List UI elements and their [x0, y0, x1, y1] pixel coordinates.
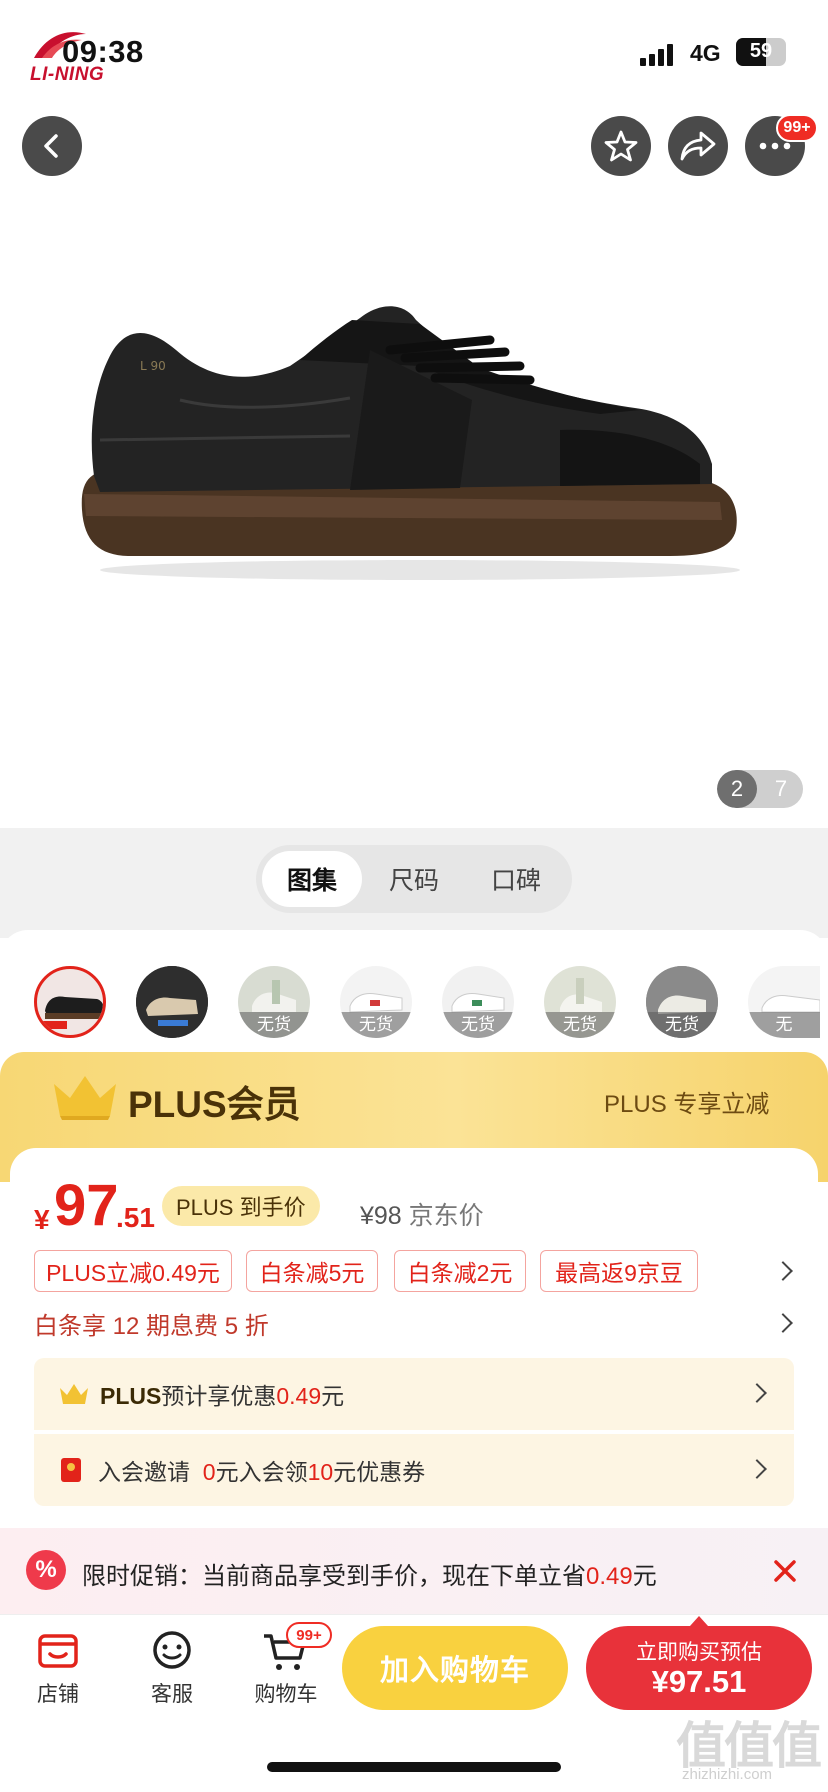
status-time: 09:38	[62, 34, 144, 69]
out-of-stock-label: 无货	[340, 1012, 412, 1038]
tab-reviews[interactable]: 口碑	[466, 851, 566, 907]
product-image[interactable]: L 90	[60, 280, 760, 600]
out-of-stock-label: 无货	[544, 1012, 616, 1038]
network-type: 4G	[690, 40, 721, 66]
shop-label: 店铺	[37, 1683, 79, 1706]
plus-banner-title: PLUS会员	[128, 1084, 301, 1125]
red-packet-icon	[61, 1458, 81, 1482]
color-variant[interactable]	[34, 966, 106, 1038]
color-variant[interactable]: 无货	[544, 966, 616, 1038]
cellular-signal-icon	[640, 42, 680, 66]
promo-tag[interactable]: PLUS立减0.49元	[34, 1250, 232, 1292]
jd-price-value: ¥98	[360, 1202, 402, 1230]
gallery-tabs: 图集 尺码 口碑	[256, 845, 572, 913]
chevron-right-icon	[747, 1459, 767, 1479]
promo-tag[interactable]: 最高返9京豆	[540, 1250, 698, 1292]
color-variant[interactable]	[136, 966, 208, 1038]
buy-pointer	[690, 1616, 708, 1626]
jd-price: ¥98 京东价	[360, 1196, 484, 1232]
discount-icon: %	[26, 1550, 66, 1590]
promo-tag[interactable]: 白条减5元	[246, 1250, 378, 1292]
promo-tag[interactable]: 白条减2元	[394, 1250, 526, 1292]
out-of-stock-label: 无	[748, 1012, 820, 1038]
color-variant[interactable]: 无货	[646, 966, 718, 1038]
crown-icon	[54, 1076, 116, 1120]
buy-now-button[interactable]: 立即购买预估 ¥97.51	[586, 1616, 812, 1710]
favorite-button[interactable]	[591, 116, 651, 176]
cart-count-badge: 99+	[286, 1622, 332, 1648]
pager-total: 7	[774, 776, 788, 801]
more-icon	[759, 142, 791, 150]
plus-price-pill: PLUS 到手价	[162, 1186, 320, 1226]
color-variant[interactable]: 无货	[442, 966, 514, 1038]
share-icon	[680, 131, 716, 161]
member-invite-text: 入会邀请 0元入会领10元优惠券	[98, 1459, 426, 1485]
share-button[interactable]	[668, 116, 728, 176]
image-pager: 2 7	[717, 770, 803, 808]
add-to-cart-button[interactable]: 加入购物车	[342, 1626, 568, 1710]
star-icon	[604, 130, 638, 162]
out-of-stock-label: 无货	[442, 1012, 514, 1038]
jd-price-label: 京东价	[408, 1202, 484, 1230]
tab-size[interactable]: 尺码	[364, 851, 464, 907]
crown-icon	[60, 1384, 88, 1404]
plus-discount-row[interactable]: PLUS预计享优惠0.49元	[34, 1358, 794, 1430]
buy-now-label: 立即购买预估	[636, 1641, 762, 1664]
buy-now-price: ¥97.51	[651, 1664, 747, 1699]
cart-label: 购物车	[254, 1683, 318, 1706]
svg-text:L 90: L 90	[140, 359, 166, 373]
back-button[interactable]	[22, 116, 82, 176]
shop-icon	[38, 1634, 78, 1668]
plus-banner-subtitle: PLUS 专享立减	[604, 1091, 770, 1118]
price-decimal: .51	[116, 1202, 155, 1233]
plus-discount-text: PLUS预计享优惠0.49元	[100, 1383, 345, 1409]
home-indicator[interactable]	[267, 1762, 561, 1772]
service-icon	[153, 1631, 191, 1669]
member-invite-row[interactable]: 入会邀请 0元入会领10元优惠券	[34, 1434, 794, 1506]
out-of-stock-label: 无货	[238, 1012, 310, 1038]
price-integer: 97	[54, 1173, 119, 1238]
pager-current: 2	[717, 770, 757, 808]
price-currency: ¥	[34, 1204, 50, 1235]
color-variant[interactable]: 无货	[238, 966, 310, 1038]
color-variant[interactable]: 无货	[340, 966, 412, 1038]
flash-promo-text: 限时促销：当前商品享受到手价，现在下单立省0.49元	[82, 1563, 657, 1590]
customer-service-button[interactable]: 客服	[132, 1626, 212, 1706]
back-arrow-icon	[44, 134, 58, 158]
watermark-url: zhizhizhi.com	[682, 1766, 773, 1783]
shop-button[interactable]: 店铺	[18, 1626, 98, 1706]
battery-level: 59	[749, 40, 773, 62]
chevron-right-icon	[747, 1383, 767, 1403]
service-label: 客服	[151, 1683, 193, 1706]
variant-thumbnail	[136, 966, 208, 1038]
battery-icon: 59	[736, 38, 786, 66]
baitiao-installment[interactable]: 白条享 12 期息费 5 折	[34, 1306, 269, 1341]
out-of-stock-label: 无货	[646, 1012, 718, 1038]
watermark: 值值值 zhizhizhi.com	[676, 1706, 826, 1786]
message-count-badge: 99+	[776, 114, 818, 142]
tab-gallery[interactable]: 图集	[262, 851, 362, 907]
close-icon[interactable]	[770, 1556, 800, 1586]
color-variant[interactable]: 无	[748, 966, 820, 1038]
